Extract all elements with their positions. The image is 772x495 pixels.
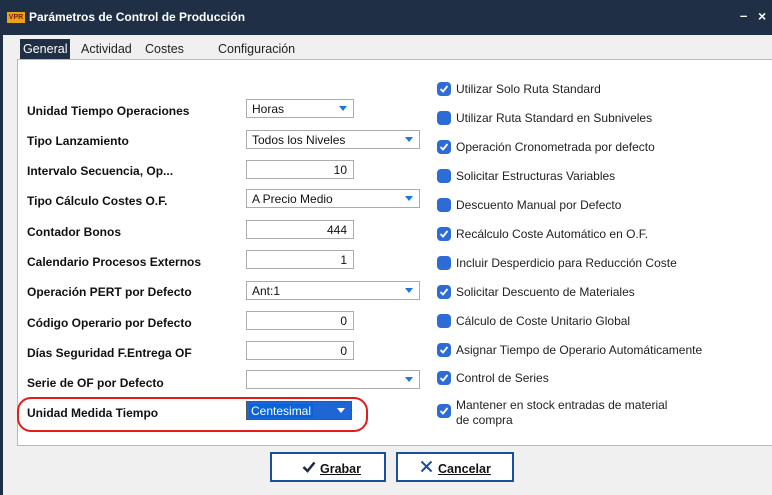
checkmark-icon xyxy=(439,374,449,382)
label-tipo-calculo: Tipo Cálculo Costes O.F. xyxy=(27,194,168,208)
checkbox-label: Recálculo Coste Automático en O.F. xyxy=(456,227,649,241)
checkmark-icon xyxy=(439,407,449,415)
label-calendario: Calendario Procesos Externos xyxy=(27,255,202,269)
save-button[interactable]: Grabar xyxy=(270,452,386,482)
checkbox-ruta-standard-subniveles[interactable] xyxy=(437,111,451,125)
dias-seguridad-input[interactable]: 0 xyxy=(246,341,354,360)
checkbox-coste-unitario-global[interactable] xyxy=(437,314,451,328)
checkbox-incluir-desperdicio[interactable] xyxy=(437,256,451,270)
checkbox-asignar-tiempo-operario[interactable] xyxy=(437,343,451,357)
label-intervalo: Intervalo Secuencia, Op... xyxy=(27,164,174,178)
intervalo-input[interactable]: 10 xyxy=(246,160,354,179)
close-button[interactable]: × xyxy=(758,8,766,24)
checkbox-label: Incluir Desperdicio para Reducción Coste xyxy=(456,256,677,270)
label-tipo-lanzamiento: Tipo Lanzamiento xyxy=(27,134,129,148)
label-unidad-medida: Unidad Medida Tiempo xyxy=(27,406,159,420)
checkbox-label: Asignar Tiempo de Operario Automáticamen… xyxy=(456,343,703,357)
label-codigo-operario: Código Operario por Defecto xyxy=(27,316,192,330)
checkbox-label: Utilizar Solo Ruta Standard xyxy=(456,82,601,96)
checkbox-label: Mantener en stock entradas de material xyxy=(456,398,668,412)
minimize-button[interactable]: – xyxy=(740,8,747,23)
checkbox-label: Utilizar Ruta Standard en Subniveles xyxy=(456,111,653,125)
codigo-operario-input[interactable]: 0 xyxy=(246,311,354,330)
checkbox-label: Operación Cronometrada por defecto xyxy=(456,140,655,154)
tab-configuracion-mes[interactable]: Configuración MES xyxy=(215,39,298,76)
checkmark-icon xyxy=(439,143,449,151)
tipo-lanzamiento-value: Todos los Niveles xyxy=(252,133,346,147)
serie-of-select[interactable] xyxy=(246,370,420,389)
contador-bonos-input[interactable]: 444 xyxy=(246,220,354,239)
checkbox-label: Cálculo de Coste Unitario Global xyxy=(456,314,631,328)
checkbox-operacion-cronometrada[interactable] xyxy=(437,140,451,154)
operacion-pert-value: Ant:1 xyxy=(252,284,281,298)
checkmark-icon xyxy=(439,85,449,93)
chevron-down-icon xyxy=(337,408,345,413)
window-frame-left xyxy=(0,35,3,495)
app-logo-icon: VPR xyxy=(7,12,25,23)
chevron-down-icon xyxy=(405,196,413,201)
unidad-tiempo-value: Horas xyxy=(252,102,285,116)
checkbox-label: Descuento Manual por Defecto xyxy=(456,198,622,212)
dias-seguridad-value: 0 xyxy=(340,344,347,358)
calendario-value: 1 xyxy=(340,253,347,267)
save-button-label: Grabar xyxy=(320,462,361,476)
cancel-button[interactable]: Cancelar xyxy=(396,452,514,482)
title-bar: VPR Parámetros de Control de Producción … xyxy=(0,0,772,35)
cancel-button-label: Cancelar xyxy=(438,462,491,476)
tab-costes-of[interactable]: Costes OF xyxy=(142,39,187,76)
label-operacion-pert: Operación PERT por Defecto xyxy=(27,285,192,299)
unidad-medida-select[interactable]: Centesimal xyxy=(246,401,352,420)
intervalo-value: 10 xyxy=(333,163,347,177)
tab-actividad[interactable]: Actividad xyxy=(78,39,135,59)
label-unidad-tiempo: Unidad Tiempo Operaciones xyxy=(27,104,190,118)
contador-bonos-value: 444 xyxy=(326,223,347,237)
chevron-down-icon xyxy=(405,377,413,382)
label-contador-bonos: Contador Bonos xyxy=(27,225,121,239)
x-icon xyxy=(420,460,433,473)
tipo-calculo-select[interactable]: A Precio Medio xyxy=(246,189,420,208)
checkbox-recalculo-coste[interactable] xyxy=(437,227,451,241)
codigo-operario-value: 0 xyxy=(340,314,347,328)
unidad-tiempo-select[interactable]: Horas xyxy=(246,99,354,118)
calendario-input[interactable]: 1 xyxy=(246,250,354,269)
tab-general[interactable]: General xyxy=(20,39,71,59)
checkbox-solo-ruta-standard[interactable] xyxy=(437,82,451,96)
checkmark-icon xyxy=(439,288,449,296)
checkbox-mantener-stock[interactable] xyxy=(437,404,451,418)
operacion-pert-select[interactable]: Ant:1 xyxy=(246,281,420,300)
checkbox-label: Solicitar Descuento de Materiales xyxy=(456,285,635,299)
checkbox-control-series[interactable] xyxy=(437,371,451,385)
checkbox-label: Solicitar Estructuras Variables xyxy=(456,169,616,183)
window-title: Parámetros de Control de Producción xyxy=(29,10,246,24)
tipo-calculo-value: A Precio Medio xyxy=(252,192,333,206)
tipo-lanzamiento-select[interactable]: Todos los Niveles xyxy=(246,130,420,149)
chevron-down-icon xyxy=(405,137,413,142)
checkbox-descuento-manual[interactable] xyxy=(437,198,451,212)
checkbox-label: de compra xyxy=(456,413,513,427)
checkbox-estructuras-variables[interactable] xyxy=(437,169,451,183)
unidad-medida-value: Centesimal xyxy=(249,404,314,418)
chevron-down-icon xyxy=(339,106,347,111)
label-dias-seguridad: Días Seguridad F.Entrega OF xyxy=(27,346,192,360)
checkbox-label: Control de Series xyxy=(456,371,549,385)
checkmark-icon xyxy=(439,346,449,354)
chevron-down-icon xyxy=(405,288,413,293)
label-serie-of: Serie de OF por Defecto xyxy=(27,376,164,390)
checkmark-icon xyxy=(302,461,316,473)
checkmark-icon xyxy=(439,230,449,238)
checkbox-descuento-materiales[interactable] xyxy=(437,285,451,299)
